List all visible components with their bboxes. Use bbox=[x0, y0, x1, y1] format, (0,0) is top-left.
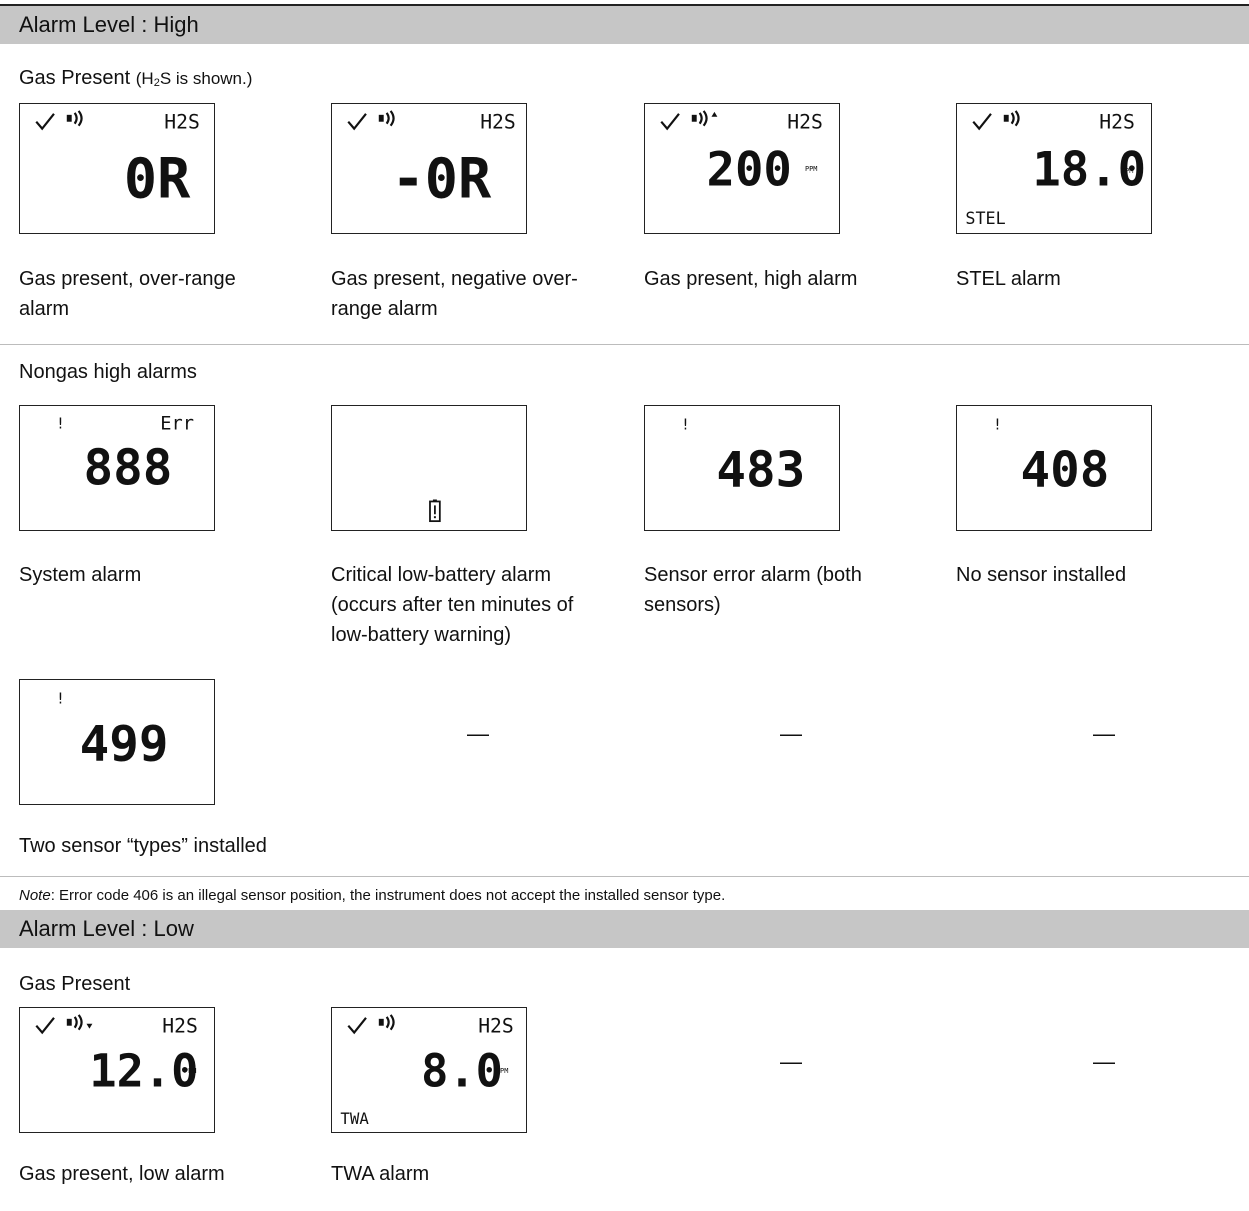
reading: 888 bbox=[84, 439, 173, 497]
battery-warning-icon bbox=[429, 499, 441, 523]
alarm-up-arrow-icon bbox=[711, 111, 718, 117]
speaker-icon bbox=[66, 1014, 83, 1031]
empty-cell: — bbox=[780, 1049, 802, 1074]
caption-system-alarm: System alarm bbox=[19, 564, 142, 586]
unit-label: PPM bbox=[496, 1067, 508, 1075]
gas-note: (H2S is shown.) bbox=[135, 69, 253, 89]
reading: 200 bbox=[707, 143, 792, 198]
error-tag: Err bbox=[160, 414, 194, 435]
speaker-icon bbox=[66, 110, 83, 127]
empty-cell: — bbox=[1093, 721, 1115, 746]
gas-label: H2S bbox=[787, 111, 823, 134]
note: Note: Error code 406 is an illegal senso… bbox=[19, 887, 725, 905]
divider bbox=[0, 876, 1249, 877]
check-icon bbox=[35, 113, 55, 131]
lcd-display-sensor-error: ! 483 bbox=[644, 405, 840, 531]
alarm-down-arrow-icon bbox=[86, 1023, 93, 1029]
caption-negative-over-range: Gas present, negative over-range alarm bbox=[331, 268, 578, 320]
lcd-display-high-alarm: H2S 200 PPM bbox=[644, 103, 840, 234]
lcd-display-twa: H2S 8.0 PPM TWA bbox=[331, 1007, 527, 1133]
gas-label: H2S bbox=[162, 1015, 198, 1038]
check-icon bbox=[347, 1017, 367, 1035]
gas-label: H2S bbox=[480, 111, 516, 134]
note-text: : Error code 406 is an illegal sensor po… bbox=[50, 887, 726, 904]
check-icon bbox=[660, 113, 680, 131]
subheading-nongas: Nongas high alarms bbox=[19, 361, 197, 383]
unit-label: PPM bbox=[184, 1067, 196, 1075]
caption-sensor-error: Sensor error alarm (both sensors) bbox=[644, 564, 862, 616]
lcd-display-low-alarm: H2S 12.0 PPM bbox=[19, 1007, 215, 1133]
empty-cell: — bbox=[1093, 1049, 1115, 1074]
lcd-display-no-sensor: ! 408 bbox=[956, 405, 1152, 531]
speaker-icon bbox=[378, 1014, 395, 1031]
subheading-gas-present: Gas Present (H2S is shown.) bbox=[19, 66, 252, 95]
speaker-icon bbox=[1003, 110, 1020, 127]
caption-no-sensor: No sensor installed bbox=[956, 564, 1127, 586]
lcd-display-over-range: H2S 0R bbox=[19, 103, 215, 234]
mode-label: STEL bbox=[965, 208, 1005, 228]
exclamation-icon: ! bbox=[993, 417, 1002, 434]
unit-label: PPM bbox=[805, 165, 817, 173]
reading: 8.0 bbox=[421, 1045, 503, 1098]
reading: 483 bbox=[716, 441, 805, 499]
gas-label: H2S bbox=[164, 111, 200, 134]
lcd-display-negative-over-range: H2S -0R bbox=[331, 103, 527, 234]
speaker-icon bbox=[691, 110, 708, 127]
check-icon bbox=[35, 1017, 55, 1035]
subheading-gas-present-low: Gas Present bbox=[19, 973, 131, 995]
empty-cell: — bbox=[780, 721, 802, 746]
section-title-low: Alarm Level : Low bbox=[19, 916, 194, 941]
lcd-display-two-sensor-types: ! 499 bbox=[19, 679, 215, 805]
reading: 408 bbox=[1021, 441, 1110, 499]
exclamation-icon: ! bbox=[681, 417, 690, 434]
gas-label: H2S bbox=[1099, 111, 1135, 134]
caption-stel: STEL alarm bbox=[956, 268, 1061, 290]
lcd-display-low-battery bbox=[331, 405, 527, 531]
empty-cell: — bbox=[467, 721, 489, 746]
exclamation-icon: ! bbox=[56, 691, 65, 708]
unit-label: PPM bbox=[1121, 167, 1133, 175]
caption-over-range: Gas present, over-range alarm bbox=[19, 268, 236, 320]
gas-label: H2S bbox=[478, 1015, 514, 1038]
note-label: Note bbox=[19, 887, 51, 904]
caption-low-alarm: Gas present, low alarm bbox=[19, 1163, 225, 1185]
section-band-low: Alarm Level : Low bbox=[0, 910, 1249, 948]
section-band-high: Alarm Level : High bbox=[0, 6, 1249, 44]
lcd-display-system-alarm: ! Err 888 bbox=[19, 405, 215, 531]
check-icon bbox=[347, 113, 367, 131]
divider bbox=[0, 344, 1249, 345]
reading: 0R bbox=[124, 148, 191, 212]
mode-label: TWA bbox=[340, 1109, 369, 1128]
lcd-display-stel: H2S 18.0 PPM STEL bbox=[956, 103, 1152, 234]
reading: 499 bbox=[80, 715, 169, 773]
caption-twa: TWA alarm bbox=[331, 1163, 430, 1185]
reading: 12.0 bbox=[89, 1045, 198, 1098]
exclamation-icon: ! bbox=[56, 416, 65, 433]
speaker-icon bbox=[378, 110, 395, 127]
caption-two-sensor-types: Two sensor “types” installed bbox=[19, 835, 267, 857]
caption-low-battery: Critical low-battery alarm (occurs after… bbox=[331, 564, 574, 646]
section-title-high: Alarm Level : High bbox=[19, 12, 199, 37]
caption-high-alarm: Gas present, high alarm bbox=[644, 268, 858, 290]
gas-present-label: Gas Present bbox=[19, 67, 131, 89]
reading: -0R bbox=[392, 148, 492, 212]
check-icon bbox=[972, 113, 992, 131]
